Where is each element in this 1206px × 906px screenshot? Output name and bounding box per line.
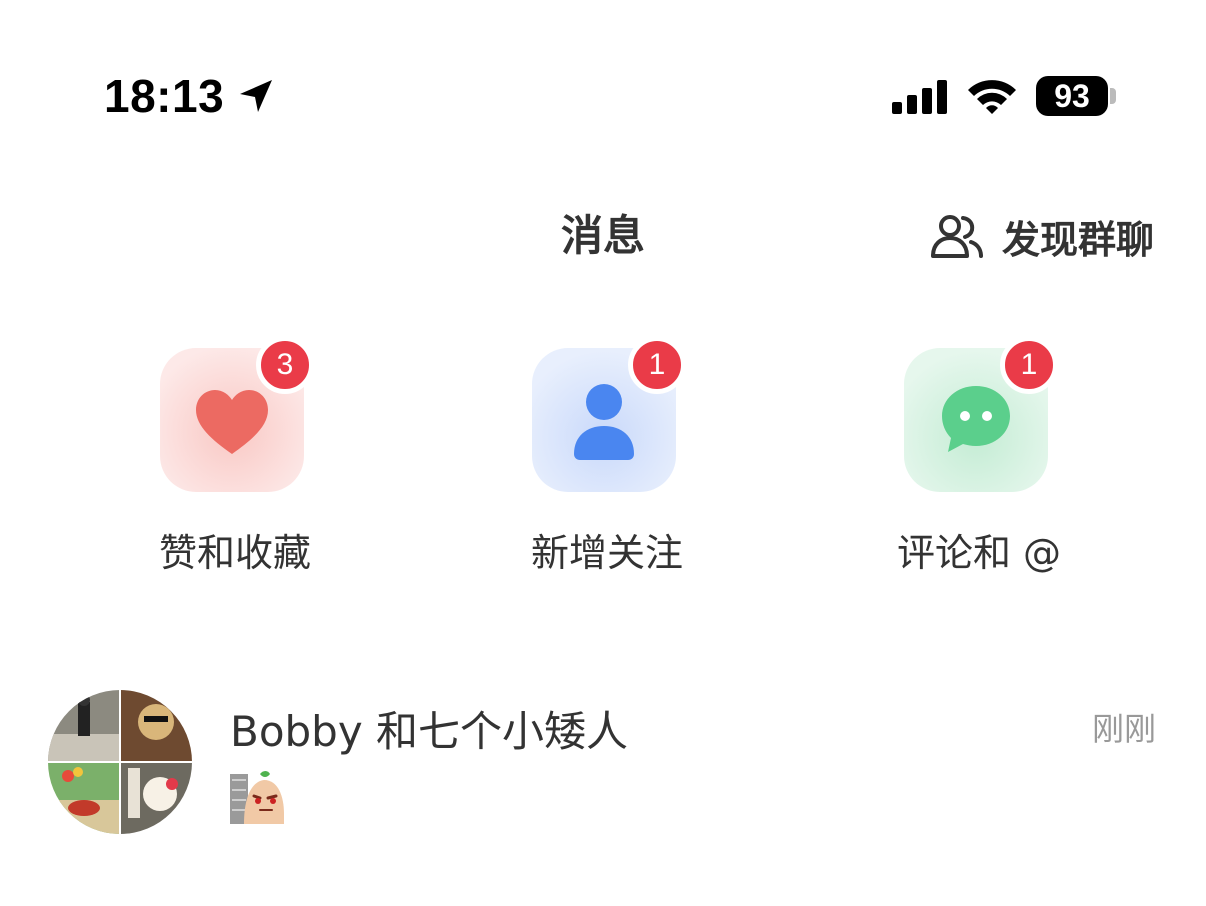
likes-label: 赞和收藏 [158,531,311,575]
location-arrow-icon [240,80,272,112]
followers-badge: 1 [628,336,686,394]
group-users-icon [930,215,983,258]
comments-badge: 1 [1000,336,1058,394]
likes-and-favorites-entry[interactable]: 3 赞和收藏 [120,336,340,588]
conversation-name: Bobby 和七个小矮人 [230,707,629,756]
sticker-preview-icon [230,771,284,824]
discover-group-chat-button[interactable]: 发现群聊 [930,206,1154,266]
messages-screen: 18:13 93 消息 发现群聊 3 赞和收藏 1 新增关注 1 评论和 @ B… [0,0,1206,906]
followers-label: 新增关注 [530,531,683,575]
group-avatar-collage [48,690,192,834]
battery-cap [1110,88,1116,104]
battery-indicator: 93 [1036,76,1108,116]
conversation-time: 刚刚 [1091,710,1156,748]
discover-label: 发现群聊 [1001,217,1154,262]
conversation-row[interactable]: Bobby 和七个小矮人 刚刚 [0,680,1206,850]
wifi-icon [968,80,1016,114]
cellular-signal-icon [892,80,947,114]
likes-badge: 3 [256,336,314,394]
comments-and-mentions-entry[interactable]: 1 评论和 @ [864,336,1084,588]
comments-label: 评论和 @ [896,531,1062,575]
status-time: 18:13 [104,70,225,122]
group-avatar [48,690,192,834]
new-followers-entry[interactable]: 1 新增关注 [492,336,712,588]
